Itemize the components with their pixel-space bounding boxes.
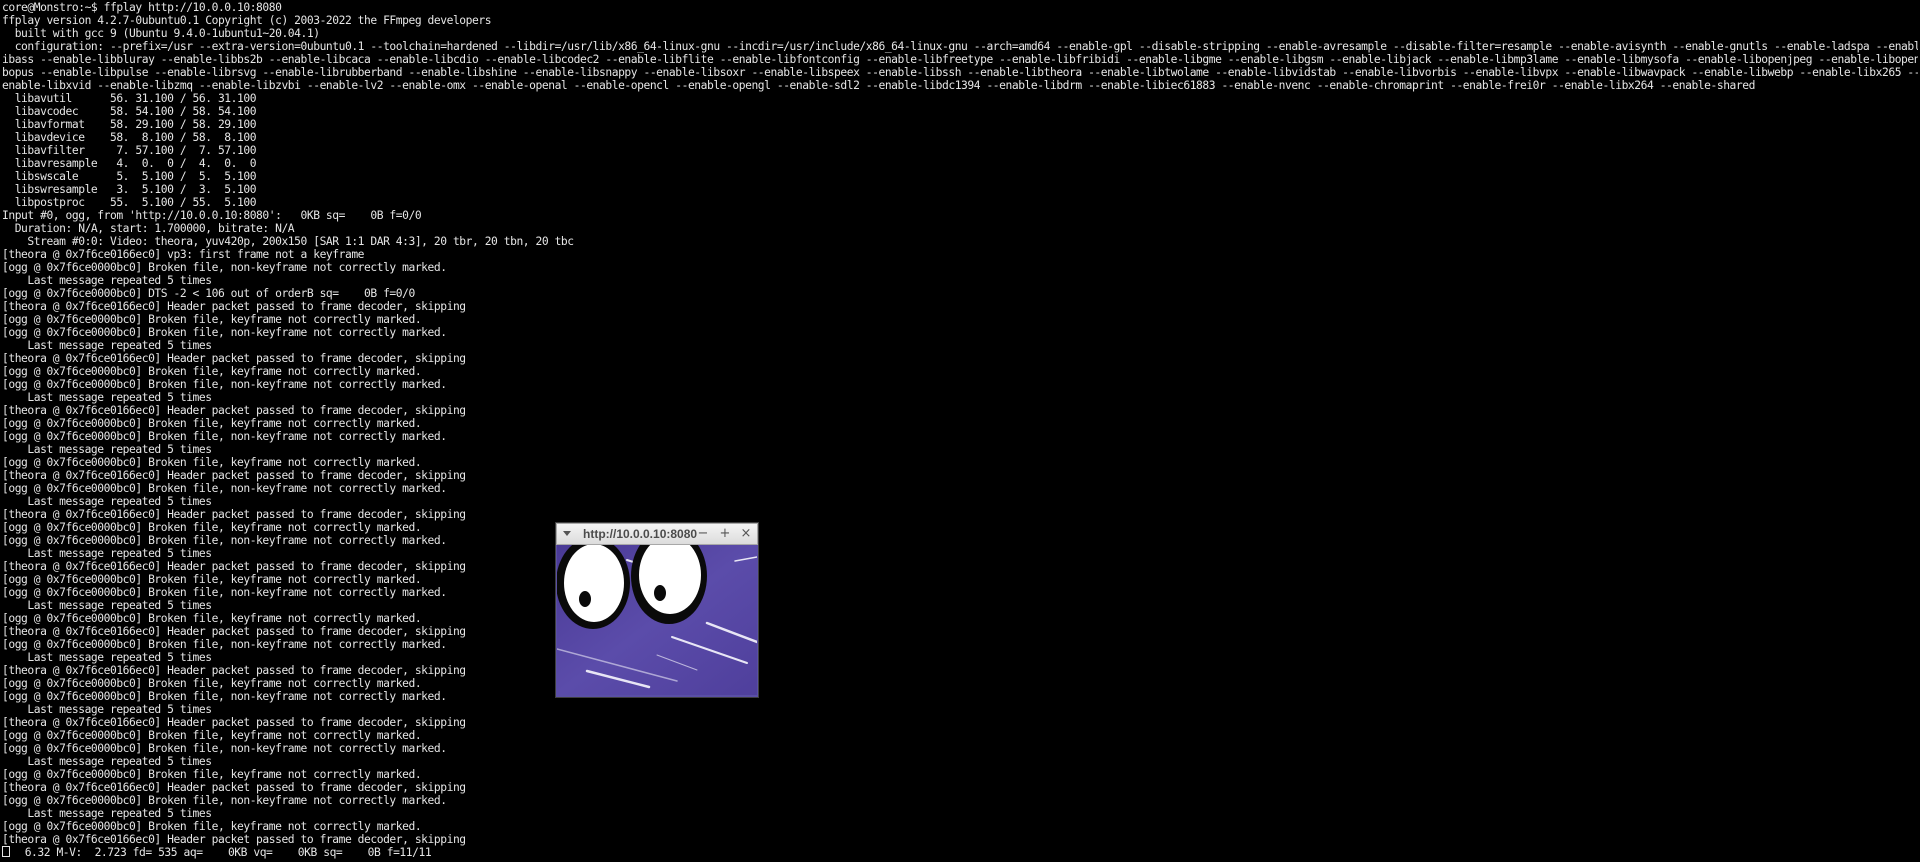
terminal-line: libavformat 58. 29.100 / 58. 29.100 <box>2 118 257 131</box>
terminal-line: [ogg @ 0x7f6ce0000bc0] Broken file, keyf… <box>2 573 422 586</box>
terminal-line: libavfilter 7. 57.100 / 7. 57.100 <box>2 144 257 157</box>
terminal-line: [theora @ 0x7f6ce0166ec0] Header packet … <box>2 469 466 482</box>
terminal-line: libswresample 3. 5.100 / 3. 5.100 <box>2 183 257 196</box>
terminal-line: [theora @ 0x7f6ce0166ec0] Header packet … <box>2 300 466 313</box>
terminal-line: [theora @ 0x7f6ce0166ec0] Header packet … <box>2 664 466 677</box>
terminal-line: [ogg @ 0x7f6ce0000bc0] Broken file, keyf… <box>2 820 422 833</box>
terminal-line: Last message repeated 5 times <box>2 391 212 404</box>
video-frame <box>557 545 757 695</box>
terminal-line: libswscale 5. 5.100 / 5. 5.100 <box>2 170 257 183</box>
terminal-line: [ogg @ 0x7f6ce0000bc0] Broken file, non-… <box>2 482 447 495</box>
terminal-line: libavcodec 58. 54.100 / 58. 54.100 <box>2 105 257 118</box>
terminal-line: enable-libxvid --enable-libzmq --enable-… <box>2 79 1755 92</box>
terminal-line: Last message repeated 5 times <box>2 599 212 612</box>
terminal-line: Last message repeated 5 times <box>2 339 212 352</box>
terminal-line: Input #0, ogg, from 'http://10.0.0.10:80… <box>2 209 422 222</box>
terminal-line: [ogg @ 0x7f6ce0000bc0] Broken file, non-… <box>2 378 447 391</box>
terminal-line: [ogg @ 0x7f6ce0000bc0] Broken file, non-… <box>2 326 447 339</box>
terminal-line: Last message repeated 5 times <box>2 755 212 768</box>
terminal-line: libavresample 4. 0. 0 / 4. 0. 0 <box>2 157 257 170</box>
terminal-line: [ogg @ 0x7f6ce0000bc0] Broken file, keyf… <box>2 417 422 430</box>
terminal-line: built with gcc 9 (Ubuntu 9.4.0-1ubuntu1~… <box>2 27 320 40</box>
terminal-line: [theora @ 0x7f6ce0166ec0] Header packet … <box>2 625 466 638</box>
terminal-line: [theora @ 0x7f6ce0166ec0] Header packet … <box>2 833 466 846</box>
video-frame-image <box>557 545 757 695</box>
terminal-line: [ogg @ 0x7f6ce0000bc0] Broken file, non-… <box>2 742 447 755</box>
terminal-line: ibass --enable-libbluray --enable-libbs2… <box>2 53 1918 66</box>
terminal-line: [ogg @ 0x7f6ce0000bc0] Broken file, keyf… <box>2 521 422 534</box>
terminal-line: [theora @ 0x7f6ce0166ec0] Header packet … <box>2 781 466 794</box>
terminal-line: [ogg @ 0x7f6ce0000bc0] Broken file, keyf… <box>2 365 422 378</box>
terminal-line: [theora @ 0x7f6ce0166ec0] Header packet … <box>2 404 466 417</box>
terminal-line: Stream #0:0: Video: theora, yuv420p, 200… <box>2 235 574 248</box>
chevron-down-icon[interactable] <box>563 531 571 536</box>
terminal-line: libavutil 56. 31.100 / 56. 31.100 <box>2 92 257 105</box>
terminal-line: [theora @ 0x7f6ce0166ec0] Header packet … <box>2 560 466 573</box>
terminal-line: [ogg @ 0x7f6ce0000bc0] Broken file, non-… <box>2 794 447 807</box>
terminal-line: [theora @ 0x7f6ce0166ec0] Header packet … <box>2 352 466 365</box>
terminal-line: Last message repeated 5 times <box>2 807 212 820</box>
terminal-line: Duration: N/A, start: 1.700000, bitrate:… <box>2 222 295 235</box>
terminal-line: Last message repeated 5 times <box>2 443 212 456</box>
terminal-line: [ogg @ 0x7f6ce0000bc0] Broken file, keyf… <box>2 456 422 469</box>
terminal-output: core@Monstro:~$ ffplay http://10.0.0.10:… <box>2 1 1918 859</box>
minimize-icon[interactable]: − <box>695 526 711 542</box>
terminal-line: [ogg @ 0x7f6ce0000bc0] Broken file, non-… <box>2 586 447 599</box>
terminal-line: core@Monstro:~$ ffplay http://10.0.0.10:… <box>2 1 282 14</box>
close-icon[interactable]: × <box>738 526 754 542</box>
terminal-line: Last message repeated 5 times <box>2 703 212 716</box>
terminal-line: [theora @ 0x7f6ce0166ec0] vp3: first fra… <box>2 248 365 261</box>
terminal-line: [ogg @ 0x7f6ce0000bc0] Broken file, keyf… <box>2 768 422 781</box>
terminal-line: [ogg @ 0x7f6ce0000bc0] Broken file, keyf… <box>2 677 422 690</box>
terminal-window[interactable]: core@Monstro:~$ ffplay http://10.0.0.10:… <box>0 0 1920 862</box>
terminal-line: [ogg @ 0x7f6ce0000bc0] Broken file, keyf… <box>2 729 422 742</box>
terminal-line: Last message repeated 5 times <box>2 547 212 560</box>
terminal-line: libavdevice 58. 8.100 / 58. 8.100 <box>2 131 257 144</box>
terminal-line: [ogg @ 0x7f6ce0000bc0] Broken file, keyf… <box>2 612 422 625</box>
maximize-icon[interactable]: + <box>717 526 733 542</box>
window-title: http://10.0.0.10:8080 <box>583 527 698 541</box>
terminal-line: [ogg @ 0x7f6ce0000bc0] Broken file, non-… <box>2 638 447 651</box>
terminal-line: [theora @ 0x7f6ce0166ec0] Header packet … <box>2 508 466 521</box>
terminal-line: configuration: --prefix=/usr --extra-ver… <box>2 40 1918 53</box>
terminal-line: [ogg @ 0x7f6ce0000bc0] Broken file, non-… <box>2 690 447 703</box>
terminal-line: [ogg @ 0x7f6ce0000bc0] Broken file, keyf… <box>2 313 422 326</box>
terminal-line: libpostproc 55. 5.100 / 55. 5.100 <box>2 196 257 209</box>
playback-status-line: 6.32 M-V: 2.723 fd= 535 aq= 0KB vq= 0KB … <box>2 846 1918 859</box>
terminal-line: [ogg @ 0x7f6ce0000bc0] Broken file, non-… <box>2 430 447 443</box>
terminal-line: Last message repeated 5 times <box>2 495 212 508</box>
terminal-line: [theora @ 0x7f6ce0166ec0] Header packet … <box>2 716 466 729</box>
terminal-line: bopus --enable-libpulse --enable-librsvg… <box>2 66 1918 79</box>
terminal-line: [ogg @ 0x7f6ce0000bc0] Broken file, non-… <box>2 534 447 547</box>
terminal-cursor <box>2 846 10 857</box>
terminal-line: Last message repeated 5 times <box>2 274 212 287</box>
window-titlebar[interactable]: http://10.0.0.10:8080 − + × <box>556 523 758 545</box>
terminal-line: ffplay version 4.2.7-0ubuntu0.1 Copyrigh… <box>2 14 492 27</box>
terminal-line: [ogg @ 0x7f6ce0000bc0] DTS -2 < 106 out … <box>2 287 415 300</box>
playback-status-text: 6.32 M-V: 2.723 fd= 535 aq= 0KB vq= 0KB … <box>12 846 432 859</box>
terminal-line: [ogg @ 0x7f6ce0000bc0] Broken file, non-… <box>2 261 447 274</box>
ffplay-video-window[interactable]: http://10.0.0.10:8080 − + × <box>556 523 758 697</box>
terminal-line: Last message repeated 5 times <box>2 651 212 664</box>
